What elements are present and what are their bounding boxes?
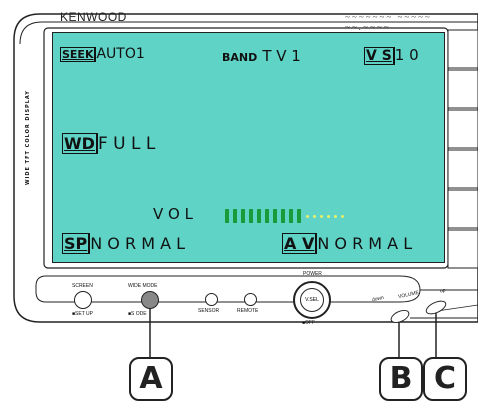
av-label: A V (282, 233, 318, 254)
av-value: N O R M A L (317, 234, 413, 253)
vs-indicator: V S1 0 (364, 45, 419, 65)
power-knob[interactable]: V.SEL (293, 281, 331, 319)
sp-indicator: SP N O R M A L (62, 233, 186, 254)
screen-button[interactable] (74, 291, 92, 309)
callout-a: A (129, 357, 173, 401)
volume-bar-segment (225, 209, 229, 223)
band-indicator: BAND T V 1 (222, 46, 301, 65)
side-label: WIDE TFT COLOR DISPLAY (25, 90, 31, 186)
remote-sensor (244, 293, 257, 306)
volume-bar-segment (249, 209, 253, 223)
power-label: POWER (303, 271, 322, 277)
wd-indicator: WD F U L L (62, 133, 156, 154)
volume-empty-segment (334, 215, 337, 218)
volume-bar-segment (265, 209, 269, 223)
setup-label: ■SET UP (72, 311, 93, 317)
volume-bar-segment (289, 209, 293, 223)
screen-label: SCREEN (72, 283, 93, 289)
vs-value: 1 0 (394, 46, 419, 64)
volume-bar-segment (241, 209, 245, 223)
remote-label: REMOTE (237, 308, 259, 314)
volume-bar-segment (297, 209, 301, 223)
volume-bar-segment (281, 209, 285, 223)
volume-bar-segment (233, 209, 237, 223)
volume-bar-segment (257, 209, 261, 223)
off-label: ■OFF (302, 320, 316, 326)
seek-indicator: SEEK AUTO1 (60, 46, 145, 62)
band-label: BAND (222, 51, 258, 64)
sensor-label: SENSOR (198, 308, 220, 314)
brand-logo: KENWOOD (60, 10, 127, 24)
wide-mode-button[interactable] (141, 291, 159, 309)
callout-c: C (423, 357, 467, 401)
wd-label: WD (62, 133, 98, 154)
volume-bar-segment (273, 209, 277, 223)
model-label: ~~~~~~~ ~~~~~ ~~.~~~~ (345, 12, 432, 32)
volume-empty-segment (327, 215, 330, 218)
callout-b: B (379, 357, 423, 401)
wd-value: F U L L (97, 134, 156, 154)
av-indicator: A VN O R M A L (282, 233, 413, 254)
volume-up-label: up (439, 287, 447, 295)
seek-value: AUTO1 (96, 46, 145, 62)
wide-mode-sub-label: ■S ODE (128, 311, 147, 317)
sensor-window (205, 293, 218, 306)
sp-value: N O R M A L (90, 234, 186, 253)
volume-empty-segment (341, 215, 344, 218)
vs-label: V S (364, 47, 395, 65)
vsel-button[interactable]: V.SEL (300, 288, 324, 312)
wide-mode-label: WIDE MODE (128, 283, 158, 289)
seek-label: SEEK (60, 47, 97, 62)
volume-empty-segment (306, 215, 309, 218)
volume-empty-segment (313, 215, 316, 218)
band-value: T V 1 (262, 47, 301, 65)
vol-label: V O L (153, 205, 193, 223)
volume-empty-segment (320, 215, 323, 218)
sp-label: SP (62, 233, 91, 254)
